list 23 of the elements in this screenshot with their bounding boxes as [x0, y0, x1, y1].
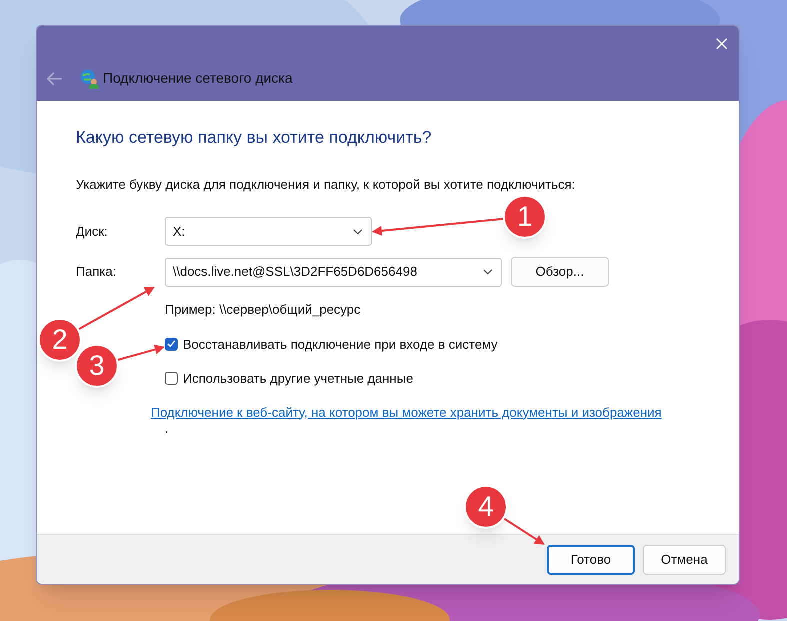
- checkbox-label[interactable]: Использовать другие учетные данные: [183, 369, 414, 388]
- chevron-icon: [353, 228, 363, 234]
- dropdown[interactable]: X:: [165, 217, 372, 246]
- trailing-period: .: [165, 422, 169, 436]
- instruction-text: Укажите букву диска для подключения и папку, к которой вы хотите подключиться:: [76, 176, 576, 194]
- checkbox[interactable]: [165, 338, 178, 351]
- window-title: Подключение сетевого диска: [103, 69, 293, 88]
- dropdown[interactable]: \\docs.live.net@SSL\3D2FF65D6D656498: [165, 258, 502, 286]
- browse-button[interactable]: Обзор...: [511, 257, 609, 287]
- close-icon[interactable]: [716, 38, 728, 50]
- checkbox[interactable]: [165, 372, 178, 386]
- field-label: Диск:: [76, 222, 109, 241]
- network-globe-icon: [80, 68, 100, 88]
- dialog-button[interactable]: Отмена: [643, 544, 726, 574]
- web-site-link[interactable]: Подключение к веб-сайту, на котором вы можете хранить документы и изображения: [151, 402, 662, 422]
- arrow: [504, 518, 545, 545]
- heading: Какую сетевую папку вы хотите подключить?: [76, 127, 433, 149]
- arrow: [118, 344, 165, 362]
- dialog-button[interactable]: Готово: [547, 544, 635, 574]
- example-text: Пример: \\сервер\общий_ресурс: [165, 301, 362, 319]
- chevron-icon: [483, 269, 493, 275]
- checkbox-label[interactable]: Восстанавливать подключение при входе в систему: [183, 334, 498, 354]
- field-label: Папка:: [76, 263, 118, 282]
